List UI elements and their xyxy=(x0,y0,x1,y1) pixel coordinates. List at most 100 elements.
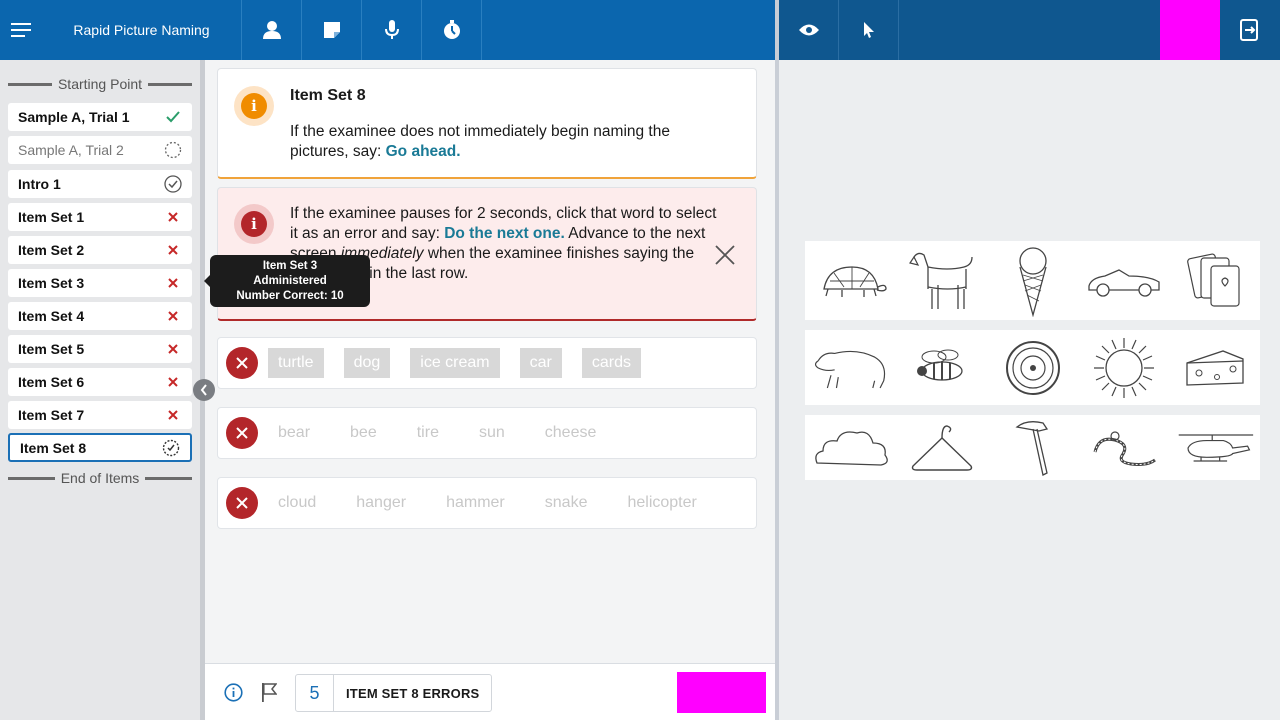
info-badge: i xyxy=(234,86,274,126)
person-button[interactable] xyxy=(242,0,302,60)
note-icon xyxy=(323,22,340,38)
flag-icon[interactable] xyxy=(261,683,277,702)
hanger-picture xyxy=(902,415,982,480)
sidebar-item-item-set-3[interactable]: Item Set 3 xyxy=(8,269,192,297)
timer-progress-icon xyxy=(162,439,180,457)
person-icon xyxy=(262,21,281,39)
item-row-2: bear bee tire sun cheese xyxy=(217,407,757,459)
end-of-items-label: End of Items xyxy=(60,470,140,486)
pointer-icon xyxy=(863,22,874,38)
picture-row-1 xyxy=(805,241,1260,320)
info-icon[interactable] xyxy=(224,683,243,702)
sidebar-item-item-set-4[interactable]: Item Set 4 xyxy=(8,302,192,330)
car-picture xyxy=(1084,244,1164,318)
sidebar-item-label: Item Set 3 xyxy=(18,275,85,291)
row-error-toggle[interactable] xyxy=(226,487,258,519)
word-snake[interactable]: snake xyxy=(535,488,598,518)
error-x-icon xyxy=(164,406,182,424)
app-title: Rapid Picture Naming xyxy=(42,0,242,60)
cards-picture xyxy=(1175,244,1255,318)
pointer-button[interactable] xyxy=(839,0,899,60)
sidebar-item-item-set-7[interactable]: Item Set 7 xyxy=(8,401,192,429)
turtle-picture xyxy=(811,244,891,318)
row-error-toggle[interactable] xyxy=(226,347,258,379)
sidebar-item-item-set-8[interactable]: Item Set 8 xyxy=(8,433,192,462)
examiner-footer: 5 ITEM SET 8 ERRORS xyxy=(205,663,775,720)
row-error-toggle[interactable] xyxy=(226,417,258,449)
sun-picture xyxy=(1084,331,1164,405)
eye-icon xyxy=(798,24,819,36)
sidebar-item-item-set-5[interactable]: Item Set 5 xyxy=(8,335,192,363)
note-button[interactable] xyxy=(302,0,362,60)
sidebar-item-label: Sample A, Trial 2 xyxy=(18,142,124,158)
sidebar-item-sample-a-trial-2[interactable]: Sample A, Trial 2 xyxy=(8,136,192,164)
placeholder-block-top xyxy=(1160,0,1220,60)
close-icon[interactable] xyxy=(714,244,736,266)
cloud-picture xyxy=(811,415,891,480)
exit-button[interactable] xyxy=(1220,0,1280,60)
preview-button[interactable] xyxy=(779,0,839,60)
error-x-icon xyxy=(164,307,182,325)
check-circle-icon xyxy=(164,175,182,193)
cheese-picture xyxy=(1175,331,1255,405)
exit-icon xyxy=(1240,19,1258,41)
bear-picture xyxy=(811,331,891,405)
tooltip-line-1: Item Set 3 xyxy=(262,260,318,272)
word-ice-cream[interactable]: ice cream xyxy=(410,348,500,378)
error-count-box: 5 ITEM SET 8 ERRORS xyxy=(295,674,493,712)
word-sun[interactable]: sun xyxy=(469,418,515,448)
starting-point-separator: Starting Point xyxy=(8,76,192,92)
word-car[interactable]: car xyxy=(519,348,562,378)
tire-picture xyxy=(993,331,1073,405)
microphone-button[interactable] xyxy=(362,0,422,60)
sidebar-item-label: Item Set 6 xyxy=(18,374,85,390)
sidebar-item-intro-1[interactable]: Intro 1 xyxy=(8,170,192,198)
instruction-card: i Item Set 8 If the examinee does not im… xyxy=(217,68,757,179)
word-helicopter[interactable]: helicopter xyxy=(617,488,706,518)
sidebar-item-label: Item Set 2 xyxy=(18,242,85,258)
error-x-icon xyxy=(164,373,182,391)
timer-icon xyxy=(443,20,460,39)
checkmark-icon xyxy=(164,108,182,126)
close-icon xyxy=(236,357,248,369)
word-bear[interactable]: bear xyxy=(268,418,320,448)
word-bee[interactable]: bee xyxy=(340,418,387,448)
alert-badge: i xyxy=(234,204,274,244)
helicopter-picture xyxy=(1175,415,1255,480)
tooltip-line-3: Number Correct: 10 xyxy=(236,290,344,302)
bee-picture xyxy=(902,331,982,405)
error-x-icon xyxy=(164,340,182,358)
sidebar-item-item-set-2[interactable]: Item Set 2 xyxy=(8,236,192,264)
word-cheese[interactable]: cheese xyxy=(535,418,607,448)
word-cards[interactable]: cards xyxy=(581,348,641,378)
sidebar-item-item-set-1[interactable]: Item Set 1 xyxy=(8,203,192,231)
word-hammer[interactable]: hammer xyxy=(436,488,515,518)
error-x-icon xyxy=(164,241,182,259)
chevron-left-icon xyxy=(200,384,207,396)
word-turtle[interactable]: turtle xyxy=(268,348,324,378)
say-prompt: Do the next one. xyxy=(444,225,565,242)
sidebar-item-label: Intro 1 xyxy=(18,176,61,192)
end-of-items-separator: End of Items xyxy=(8,470,192,486)
item-row-3: cloud hanger hammer snake helicopter xyxy=(217,477,757,529)
close-icon xyxy=(236,427,248,439)
word-hanger[interactable]: hanger xyxy=(346,488,416,518)
error-x-icon xyxy=(164,208,182,226)
sidebar-item-label: Sample A, Trial 1 xyxy=(18,109,130,125)
word-tire[interactable]: tire xyxy=(407,418,449,448)
menu-button[interactable] xyxy=(0,0,42,60)
error-count: 5 xyxy=(296,675,334,711)
card-title: Item Set 8 xyxy=(290,87,366,104)
sidebar-item-item-set-6[interactable]: Item Set 6 xyxy=(8,368,192,396)
sidebar-item-sample-a-trial-1[interactable]: Sample A, Trial 1 xyxy=(8,103,192,131)
dog-picture xyxy=(902,244,982,318)
timer-button[interactable] xyxy=(422,0,482,60)
info-icon: i xyxy=(241,93,267,119)
word-cloud[interactable]: cloud xyxy=(268,488,326,518)
word-dog[interactable]: dog xyxy=(343,348,391,378)
examiner-content: i Item Set 8 If the examinee does not im… xyxy=(205,60,775,663)
collapse-sidebar-button[interactable] xyxy=(193,379,215,401)
picture-row-2 xyxy=(805,330,1260,405)
placeholder-block-bottom xyxy=(677,672,766,713)
examinee-view xyxy=(779,60,1280,720)
